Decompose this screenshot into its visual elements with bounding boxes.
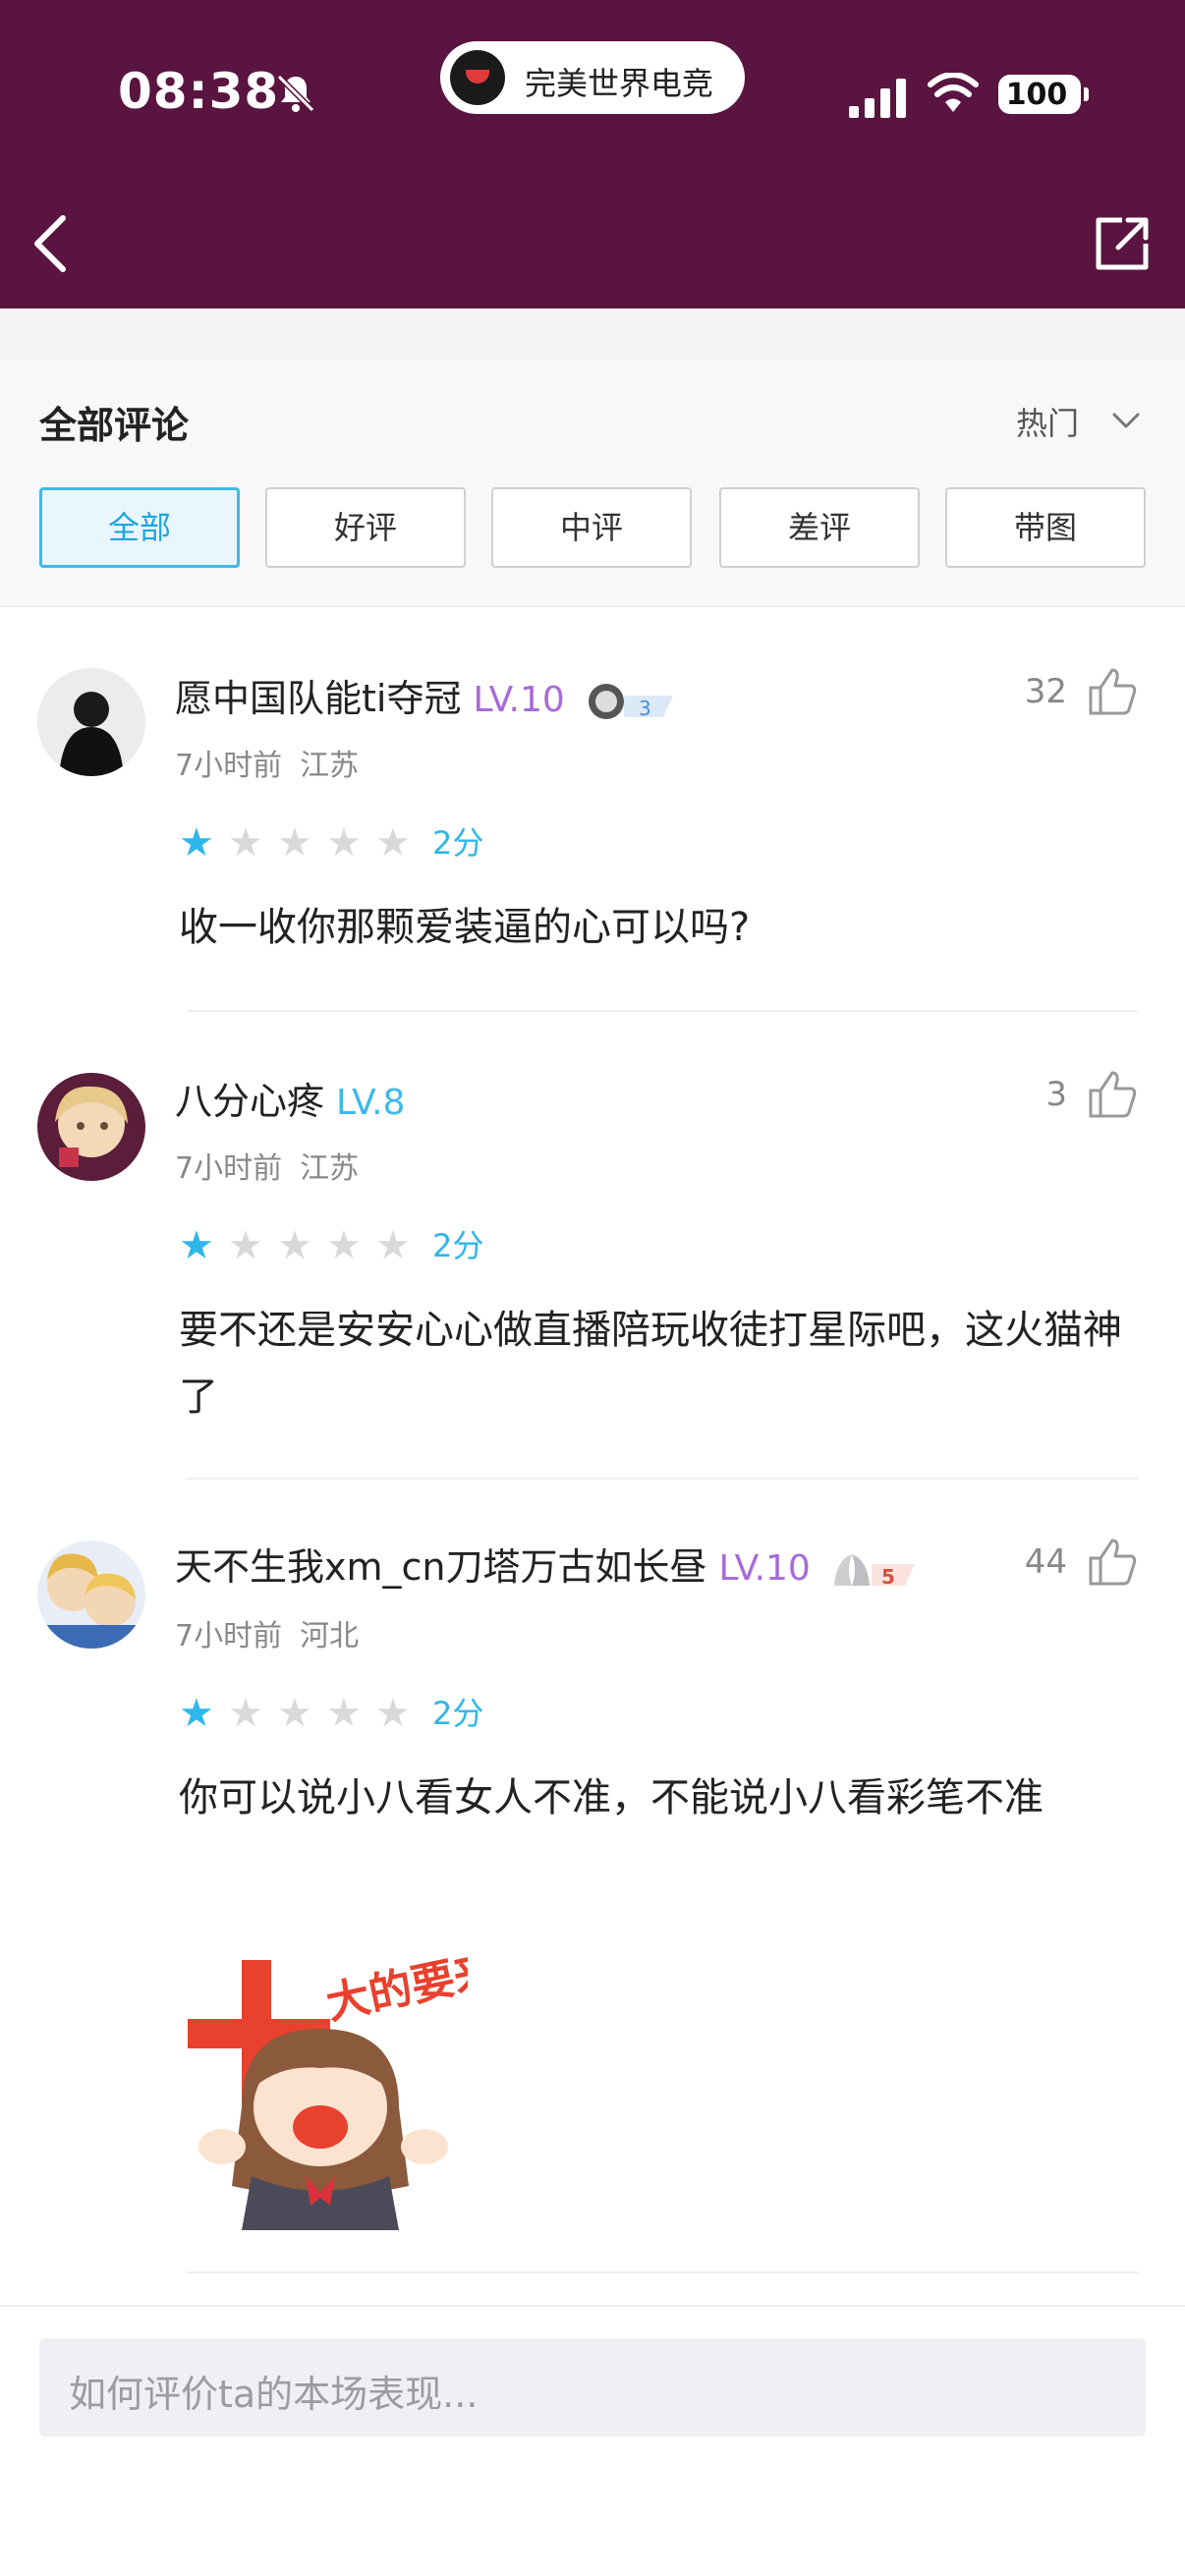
star-icon: ★	[326, 1691, 362, 1736]
star-icon: ★	[179, 1223, 214, 1268]
rating-score: 2分	[432, 824, 484, 862]
comment-location: 河北	[300, 1619, 360, 1653]
anime-avatar-icon	[37, 1540, 145, 1649]
like-count: 3	[1045, 1075, 1067, 1114]
comment-text: 你可以说小八看女人不准，不能说小八看彩笔不准	[179, 1775, 1044, 1820]
comment-username[interactable]: 愿中国队能ti夺冠 LV.10 3	[175, 668, 673, 722]
username-text[interactable]: 八分心疼	[175, 1080, 324, 1123]
rating-stars: ★ ★ ★ ★ ★ 2分	[179, 823, 483, 863]
comment-divider	[187, 2271, 1138, 2273]
section-title: 全部评论	[39, 404, 190, 447]
rating-stars: ★ ★ ★ ★ ★ 2分	[179, 1226, 483, 1265]
thumbs-up-icon[interactable]	[1087, 1069, 1138, 1118]
comment-meta: 7小时前 江苏	[175, 1144, 359, 1187]
back-button[interactable]	[28, 212, 75, 275]
star-icon: ★	[277, 1223, 312, 1268]
star-icon: ★	[375, 1691, 411, 1736]
chevron-down-icon[interactable]	[1110, 405, 1142, 436]
like-count: 32	[1024, 672, 1067, 711]
star-icon: ★	[277, 820, 312, 866]
avatar[interactable]	[37, 1540, 145, 1649]
avatar[interactable]	[37, 1073, 145, 1181]
thumbs-up-icon[interactable]	[1087, 1537, 1138, 1586]
rating-score: 2分	[432, 1227, 484, 1264]
rank-badge: 5	[830, 1550, 919, 1590]
star-icon: ★	[277, 1691, 312, 1736]
status-time: 08:38	[118, 63, 280, 120]
star-icon: ★	[228, 1691, 263, 1736]
comment-divider	[187, 1010, 1138, 1012]
comment-input[interactable]: 如何评价ta的本场表现...	[39, 2338, 1146, 2436]
star-icon: ★	[326, 820, 362, 866]
comment-text: 收一收你那颗爱装逼的心可以吗?	[179, 905, 751, 950]
battery-level: 100	[1005, 78, 1068, 112]
level-badge: LV.8	[336, 1083, 406, 1123]
app-name: 完美世界电竞	[525, 65, 714, 102]
star-icon: ★	[326, 1223, 362, 1268]
level-badge: LV.10	[473, 680, 565, 720]
comment-time: 7小时前	[175, 1619, 283, 1653]
sort-dropdown[interactable]: 热门	[1016, 399, 1079, 444]
rating-stars: ★ ★ ★ ★ ★ 2分	[179, 1694, 483, 1733]
username-text[interactable]: 天不生我xm_cn刀塔万古如长昼	[175, 1545, 706, 1589]
star-icon: ★	[179, 820, 214, 866]
star-icon: ★	[375, 1223, 411, 1268]
anime-avatar-icon	[37, 1073, 145, 1181]
comment-meta: 7小时前 河北	[175, 1611, 359, 1654]
avatar[interactable]	[37, 668, 145, 776]
username-text[interactable]: 愿中国队能ti夺冠	[175, 677, 461, 720]
star-icon: ★	[228, 820, 263, 866]
section-gap	[0, 308, 1185, 360]
app-logo-icon	[450, 50, 505, 105]
tab-negative[interactable]: 差评	[719, 487, 920, 568]
comment-username[interactable]: 八分心疼 LV.8	[175, 1071, 405, 1125]
wifi-icon	[928, 73, 979, 112]
tab-positive[interactable]: 好评	[265, 487, 466, 568]
tab-neutral[interactable]: 中评	[491, 487, 692, 568]
bell-off-icon	[276, 74, 315, 113]
rank-wings-icon: 5	[833, 1553, 915, 1589]
comment-meta: 7小时前 江苏	[175, 741, 359, 784]
comment-sticker-image[interactable]: 大的要来了!	[183, 1940, 468, 2235]
battery-indicator: 100	[998, 75, 1089, 114]
thumbs-up-icon[interactable]	[1087, 666, 1138, 715]
comment-divider	[187, 1478, 1138, 1480]
tab-all[interactable]: 全部	[39, 487, 240, 568]
tab-with-image[interactable]: 带图	[945, 487, 1146, 568]
star-icon: ★	[375, 820, 411, 866]
svg-text:3: 3	[639, 697, 651, 720]
star-icon: ★	[228, 1223, 263, 1268]
comment-text: 要不还是安安心心做直播陪玩收徒打星际吧，这火猫神了	[179, 1308, 1122, 1420]
rank-medal-icon: 3	[588, 683, 673, 720]
svg-text:5: 5	[881, 1565, 895, 1589]
comment-input-placeholder: 如何评价ta的本场表现...	[69, 2373, 479, 2416]
rank-badge: 3	[585, 682, 673, 721]
cellular-signal-icon	[849, 79, 906, 118]
app-header: 08:38 完美世界电竞 100	[0, 0, 1185, 308]
level-badge: LV.10	[718, 1548, 811, 1589]
comment-time: 7小时前	[175, 1151, 283, 1186]
comment-location: 江苏	[300, 1151, 360, 1186]
svg-text:大的要来了!: 大的要来了!	[322, 1940, 468, 2030]
user-silhouette-icon	[37, 668, 145, 776]
comment-location: 江苏	[300, 749, 360, 783]
like-count: 44	[1024, 1542, 1067, 1582]
rating-score: 2分	[432, 1695, 484, 1732]
comment-username[interactable]: 天不生我xm_cn刀塔万古如长昼 LV.10 5	[175, 1537, 919, 1591]
star-icon: ★	[179, 1691, 214, 1736]
app-indicator-pill[interactable]: 完美世界电竞	[440, 41, 745, 114]
share-button[interactable]	[1093, 214, 1152, 273]
comment-time: 7小时前	[175, 749, 283, 783]
